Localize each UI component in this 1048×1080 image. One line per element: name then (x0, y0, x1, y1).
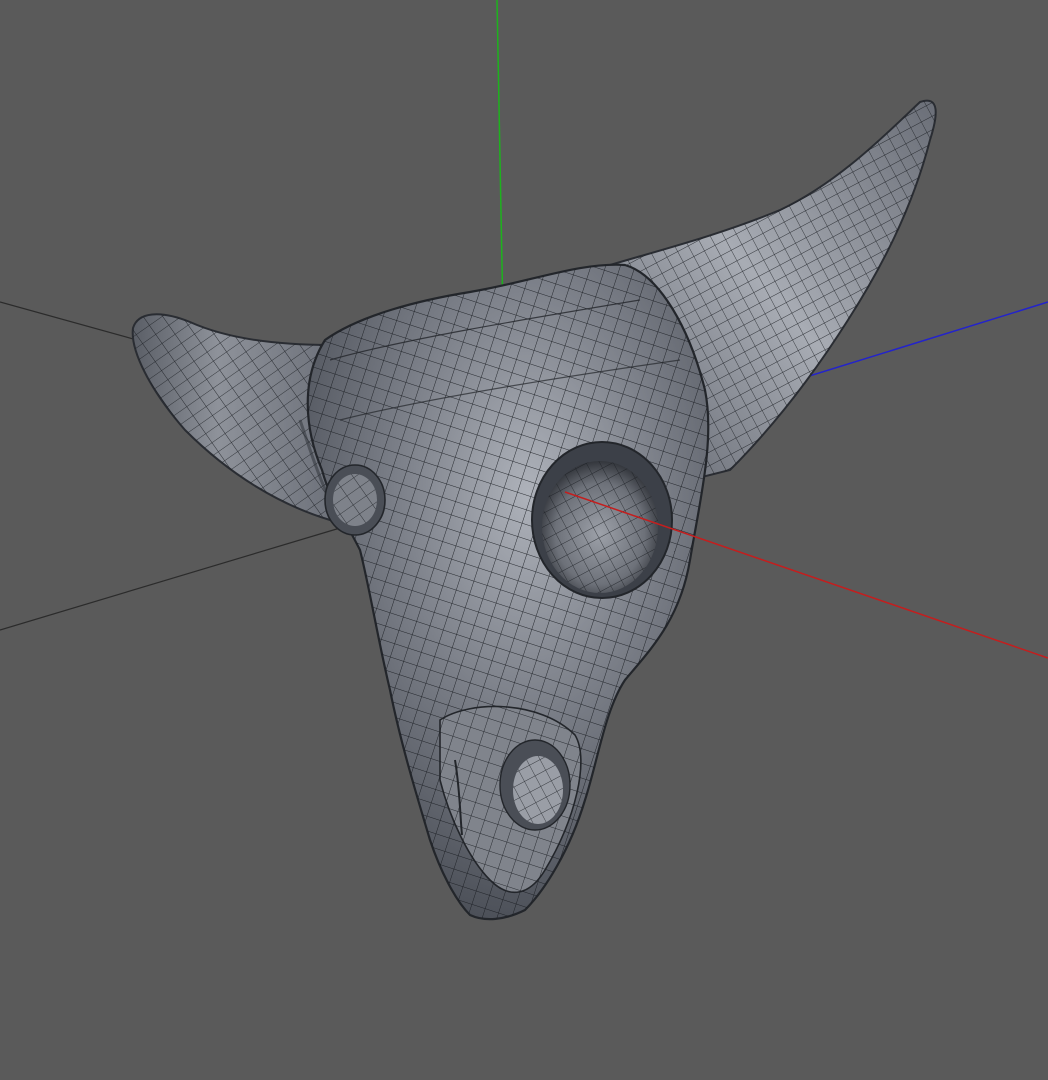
y-axis-line (496, 0, 504, 319)
3d-viewport[interactable] (0, 0, 1048, 1080)
left-eye-socket[interactable] (324, 464, 386, 536)
grid-line-front-left (0, 527, 341, 631)
right-eye-socket[interactable] (531, 441, 673, 599)
viewport-canvas[interactable] (0, 0, 1048, 1080)
